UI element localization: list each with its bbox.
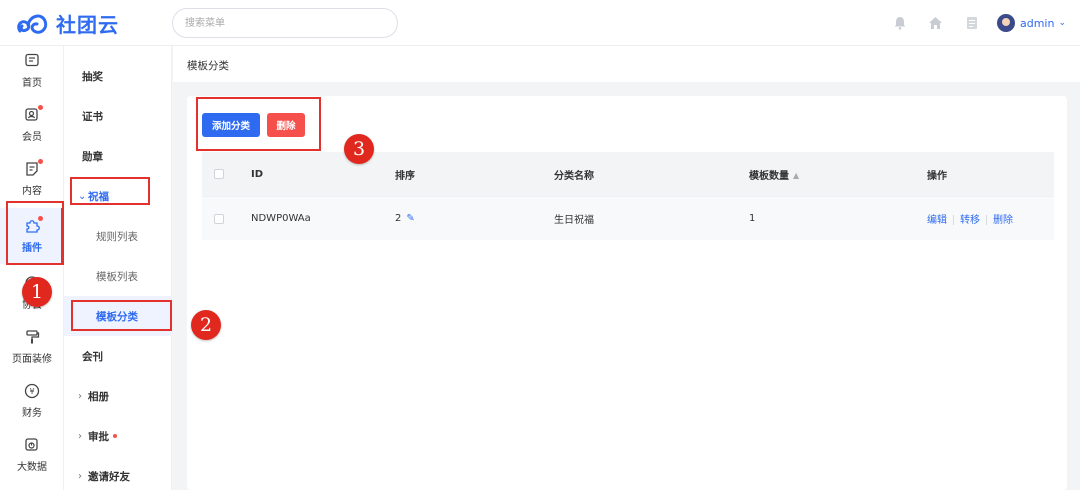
document-icon[interactable]	[959, 10, 985, 36]
yen-icon: ¥	[24, 383, 40, 399]
chevron-right-icon: ›	[78, 470, 82, 482]
search-input[interactable]	[172, 8, 398, 38]
divider	[953, 215, 954, 225]
table-row: NDWP0WAa 2 ✎ 生日祝福 1 编辑 转移 删除	[202, 196, 1054, 240]
notification-dot	[38, 105, 43, 110]
highlight-box-plugins	[6, 201, 64, 265]
select-all-checkbox[interactable]	[214, 169, 224, 179]
home-screen-icon	[25, 53, 39, 67]
top-bar: 社团云 admin ⌄	[0, 0, 1080, 46]
member-icon	[25, 108, 38, 121]
breadcrumb: 模板分类	[187, 60, 229, 72]
content-card: 添加分类 删除 ID 排序 分类名称 模板数量 ▲ 操作 NDWP0WAa 2 ✎ …	[187, 96, 1067, 490]
sort-icon[interactable]: ▲	[793, 171, 799, 180]
chevron-right-icon: ›	[78, 430, 82, 442]
divider	[986, 215, 987, 225]
rail-item-finance[interactable]: ¥ 财务	[0, 376, 64, 426]
column-header-ops: 操作	[927, 170, 947, 182]
submenu-item-rule-list[interactable]: 规则列表	[64, 216, 172, 256]
table-header: ID 排序 分类名称 模板数量 ▲ 操作	[202, 152, 1054, 196]
submenu-item-album[interactable]: › 相册	[64, 376, 172, 416]
submenu-item-medal[interactable]: 勋章	[64, 136, 172, 176]
rail-label: 首页	[22, 78, 42, 89]
content-icon-wrap	[24, 159, 43, 177]
highlight-box-blessing	[70, 177, 150, 205]
submenu-label: 审批	[88, 430, 109, 443]
rail-item-big-data[interactable]: 大数据	[0, 430, 64, 480]
paint-roller-icon	[26, 330, 40, 344]
chevron-down-icon[interactable]: ⌄	[1058, 18, 1066, 28]
svg-text:¥: ¥	[29, 387, 34, 396]
step-badge-1: 1	[22, 277, 52, 307]
cell-name: 生日祝福	[554, 215, 594, 226]
submenu-label: 规则列表	[96, 230, 138, 243]
breadcrumb-bar: 模板分类	[173, 46, 1080, 82]
rail-label: 内容	[22, 186, 42, 197]
home-icon[interactable]	[923, 10, 949, 36]
submenu-item-invite-friends[interactable]: › 邀请好友	[64, 456, 172, 490]
primary-nav: 首页 会员 内容 插件 协会 页面装修 ¥ 财务 大数据	[0, 46, 64, 490]
submenu-label: 证书	[82, 110, 103, 123]
edit-link[interactable]: 编辑	[927, 215, 947, 226]
submenu-label: 模板列表	[96, 270, 138, 283]
column-header-sort: 排序	[395, 170, 415, 182]
app-logo[interactable]: 社团云	[16, 8, 119, 38]
column-header-count-wrap[interactable]: 模板数量 ▲	[749, 167, 799, 182]
rail-item-content[interactable]: 内容	[0, 154, 64, 204]
submenu-label: 抽奖	[82, 70, 103, 83]
transfer-link[interactable]: 转移	[960, 215, 980, 226]
delete-link[interactable]: 删除	[993, 215, 1013, 226]
rail-label: 页面装修	[12, 354, 52, 365]
submenu-label: 相册	[88, 390, 109, 403]
highlight-box-toolbar	[196, 97, 321, 151]
avatar[interactable]	[996, 14, 1015, 32]
submenu-label: 会刊	[82, 350, 103, 363]
row-checkbox[interactable]	[214, 213, 224, 224]
notification-dot	[113, 434, 117, 438]
category-table: ID 排序 分类名称 模板数量 ▲ 操作 NDWP0WAa 2 ✎ 生日祝福 1 编…	[202, 152, 1054, 240]
top-actions: admin ⌄	[877, 10, 1066, 36]
column-header-count: 模板数量	[749, 170, 789, 182]
submenu-label: 邀请好友	[88, 470, 130, 483]
content-icon	[26, 162, 38, 176]
rail-label: 会员	[22, 132, 42, 143]
username[interactable]: admin	[1020, 17, 1054, 30]
rail-item-page-decoration[interactable]: 页面装修	[0, 322, 64, 372]
rail-item-home[interactable]: 首页	[0, 46, 64, 96]
step-badge-2: 2	[191, 310, 221, 340]
member-icon-wrap	[24, 105, 43, 123]
app-name: 社团云	[56, 12, 119, 37]
plugin-submenu: 抽奖 证书 勋章 ⌄ 祝福 规则列表 模板列表 模板分类 会刊 › 相册 › 审批 ›…	[64, 46, 172, 490]
cell-sort-wrap: 2 ✎	[395, 213, 415, 224]
cell-id: NDWP0WAa	[251, 213, 311, 224]
submenu-item-certificate[interactable]: 证书	[64, 96, 172, 136]
submenu-item-approval[interactable]: › 审批	[64, 416, 172, 456]
submenu-item-lottery[interactable]: 抽奖	[64, 56, 172, 96]
submenu-label: 勋章	[82, 150, 103, 163]
cell-ops: 编辑 转移 删除	[927, 211, 1013, 226]
rail-item-members[interactable]: 会员	[0, 100, 64, 150]
step-badge-3: 3	[344, 134, 374, 164]
data-icon	[25, 438, 38, 451]
rail-label: 大数据	[17, 462, 47, 473]
rail-label: 财务	[22, 408, 42, 419]
highlight-box-template-category	[71, 300, 172, 331]
logo-icon	[17, 14, 48, 34]
edit-pencil-icon[interactable]: ✎	[406, 213, 414, 224]
bell-icon[interactable]	[887, 10, 913, 36]
submenu-item-journal[interactable]: 会刊	[64, 336, 172, 376]
column-header-name: 分类名称	[554, 170, 594, 182]
column-header-id: ID	[251, 168, 264, 180]
chevron-right-icon: ›	[78, 390, 82, 402]
notification-dot	[38, 159, 43, 164]
cell-sort: 2	[395, 213, 402, 224]
submenu-item-template-list[interactable]: 模板列表	[64, 256, 172, 296]
cell-count: 1	[749, 213, 756, 224]
